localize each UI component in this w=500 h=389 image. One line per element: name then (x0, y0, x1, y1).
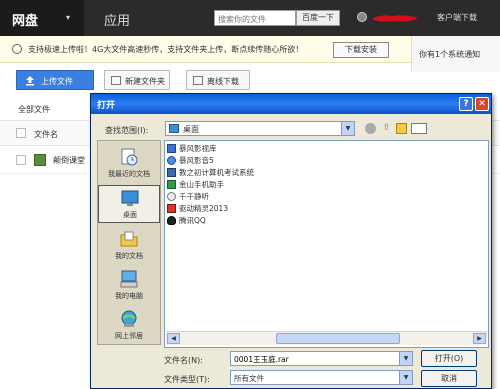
place-network[interactable]: 网上邻居 (98, 307, 160, 345)
client-download-link[interactable]: 客户端下载 (437, 12, 477, 23)
offline-download-label: 离线下载 (207, 77, 239, 86)
open-button[interactable]: 打开(O) (421, 350, 477, 367)
smile-icon (12, 44, 22, 54)
breadcrumb[interactable]: 全部文件 (18, 104, 50, 115)
row-checkbox[interactable] (16, 155, 26, 165)
upload-file-button[interactable]: 上传文件 (16, 70, 94, 90)
search-input[interactable] (214, 10, 296, 26)
network-places-icon (121, 310, 137, 327)
offline-download-button[interactable]: 离线下载 (186, 70, 250, 90)
folder-icon (111, 76, 121, 85)
desktop-icon (169, 124, 179, 133)
cancel-button[interactable]: 取消 (421, 370, 477, 387)
search-button[interactable]: 百度一下 (296, 10, 340, 26)
open-file-dialog: 打开 ? ✕ 查找范围(I): 桌面 ▼ ⇧ 我最近的文档 桌面 我的文档 我的… (90, 93, 492, 389)
my-computer-icon (120, 270, 138, 288)
place-label: 我的电脑 (115, 292, 143, 300)
help-button[interactable]: ? (459, 97, 473, 111)
nav-wangpan[interactable]: 网盘 ▾ (0, 0, 84, 36)
file-name[interactable]: 颠倒课堂 (53, 155, 85, 166)
close-button[interactable]: ✕ (475, 97, 489, 111)
file-name: 教之初计算机考试系统 (179, 168, 254, 177)
back-icon[interactable] (365, 123, 376, 134)
file-list: 暴风影视库 暴风影音5 教之初计算机考试系统 金山手机助手 千千静听 驱动精灵2… (164, 140, 489, 348)
filename-input[interactable] (230, 351, 413, 366)
chevron-down-icon[interactable]: ▼ (399, 351, 413, 366)
place-my-documents[interactable]: 我的文档 (98, 227, 160, 265)
app-shortcut-icon (167, 156, 176, 165)
my-documents-icon (120, 231, 138, 247)
chevron-down-icon[interactable]: ▾ (66, 13, 70, 22)
select-all-checkbox[interactable] (16, 128, 26, 138)
new-folder-icon[interactable] (396, 123, 407, 134)
download-icon (193, 76, 203, 85)
view-menu-icon[interactable] (411, 123, 427, 134)
scroll-thumb[interactable] (276, 333, 400, 344)
file-icon (34, 154, 46, 166)
file-name: 千千静听 (179, 192, 209, 201)
new-folder-label: 新建文件夹 (125, 77, 165, 86)
app-shortcut-icon (167, 144, 176, 153)
app-shortcut-icon (167, 192, 176, 201)
scroll-left-icon[interactable]: ◀ (167, 333, 180, 344)
dialog-title: 打开 (97, 101, 116, 111)
scroll-right-icon[interactable]: ▶ (473, 333, 486, 344)
filetype-label: 文件类型(T): (164, 375, 210, 384)
look-in-value: 桌面 (183, 125, 199, 134)
username-redacted[interactable] (370, 12, 420, 24)
avatar[interactable] (357, 12, 367, 22)
desktop-icon (121, 190, 139, 206)
file-name: 暴风影音5 (179, 156, 214, 165)
file-name: 暴风影视库 (179, 144, 217, 153)
up-folder-icon[interactable]: ⇧ (381, 123, 392, 134)
place-my-computer[interactable]: 我的电脑 (98, 267, 160, 305)
place-recent[interactable]: 我最近的文档 (98, 145, 160, 183)
filename-label: 文件名(N): (164, 356, 203, 365)
places-bar: 我最近的文档 桌面 我的文档 我的电脑 网上邻居 (97, 140, 161, 345)
place-label: 网上邻居 (115, 332, 143, 340)
file-name: 腾讯QQ (179, 216, 206, 225)
place-desktop[interactable]: 桌面 (98, 185, 160, 223)
notice-text: 支持极速上传啦！4G大文件高速秒传，支持文件夹上传，断点续传随心所欲！ (28, 45, 304, 54)
app-shortcut-icon (167, 180, 176, 189)
dialog-title-bar[interactable]: 打开 ? ✕ (91, 94, 491, 114)
column-filename[interactable]: 文件名 (34, 129, 58, 140)
chevron-down-icon[interactable]: ▼ (399, 370, 413, 385)
place-label: 我的文档 (115, 252, 143, 260)
place-label: 桌面 (123, 211, 137, 219)
new-folder-button[interactable]: 新建文件夹 (104, 70, 170, 90)
nav-wangpan-label: 网盘 (12, 14, 39, 29)
download-install-button[interactable]: 下载安装 (333, 42, 389, 58)
horizontal-scrollbar[interactable]: ◀ ▶ (166, 331, 487, 345)
upload-icon (26, 76, 34, 86)
look-in-label: 查找范围(I): (105, 126, 149, 135)
system-notification-label: 你有1个系统通知 (419, 50, 481, 59)
app-shortcut-icon (167, 204, 176, 213)
app-shortcut-icon (167, 216, 176, 225)
place-label: 我最近的文档 (108, 170, 150, 178)
chevron-down-icon[interactable]: ▼ (341, 122, 354, 135)
system-notification[interactable]: 你有1个系统通知 (411, 36, 500, 72)
top-nav-bar: 网盘 ▾ 应用 百度一下 客户端下载 (0, 0, 500, 36)
filetype-select[interactable]: 所有文件 (230, 370, 400, 385)
recent-documents-icon (121, 148, 138, 166)
file-name: 金山手机助手 (179, 180, 224, 189)
app-shortcut-icon (167, 168, 176, 177)
look-in-select[interactable]: 桌面 ▼ (165, 121, 355, 136)
upload-label: 上传文件 (41, 77, 73, 86)
notice-bar: 支持极速上传啦！4G大文件高速秒传，支持文件夹上传，断点续传随心所欲！ 下载安装 (0, 36, 411, 63)
nav-apps[interactable]: 应用 (104, 10, 130, 29)
file-name: 驱动精灵2013 (179, 204, 229, 213)
